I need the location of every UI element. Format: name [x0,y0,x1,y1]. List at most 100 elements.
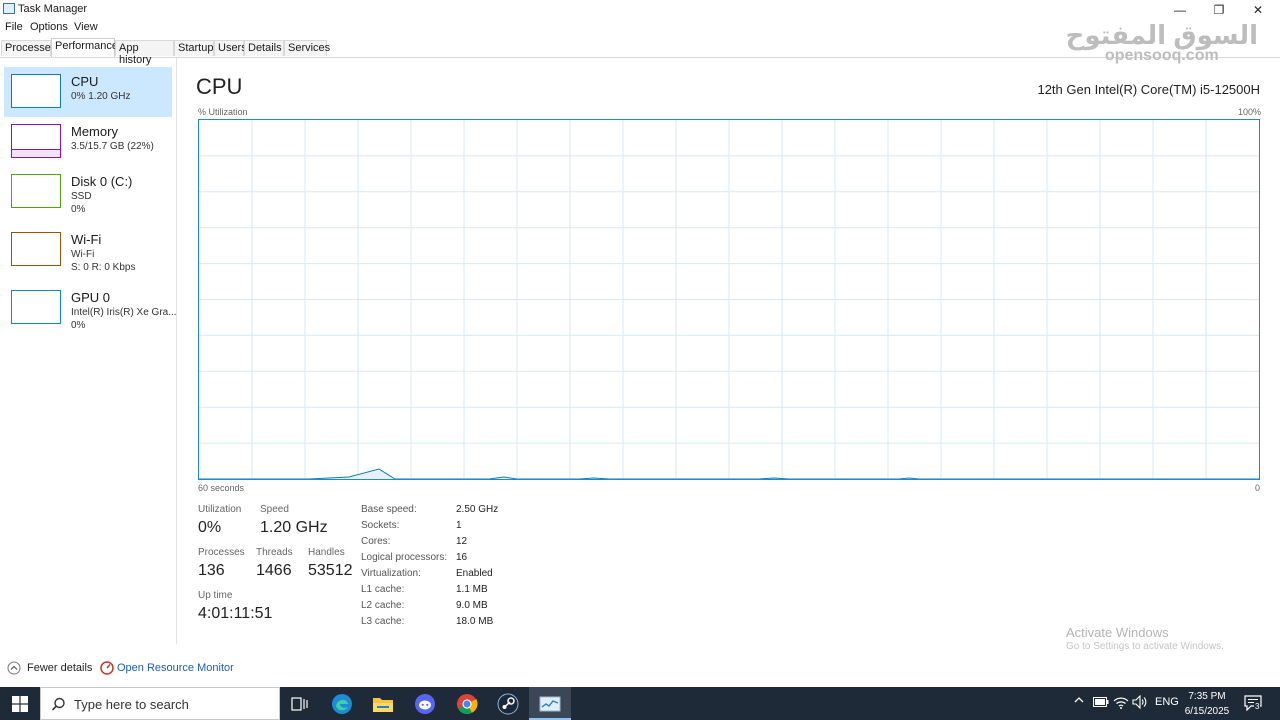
show-hidden-icons-button[interactable] [1073,694,1085,709]
performance-sidebar: CPU 0% 1.20 GHz Memory 3.5/15.7 GB (22%)… [0,58,177,644]
sidebar-item-title: Disk 0 (C:) [71,174,133,189]
sidebar-item-title: CPU [71,74,99,89]
task-manager-taskbar-button[interactable] [529,687,571,720]
info-value: 9.0 MB [456,600,488,611]
info-value: 2.50 GHz [456,504,499,515]
chrome-icon[interactable] [455,692,479,716]
steam-icon[interactable] [496,692,520,716]
utilization-label: Utilization [198,504,242,515]
wifi-thumbnail [11,232,61,266]
fewer-details-label: Fewer details [27,662,93,674]
handles-label: Handles [308,547,345,558]
info-value: 12 [456,536,468,547]
chevron-up-icon [1074,697,1084,703]
clock-date: 6/15/2025 [1184,706,1230,717]
disk-thumbnail [11,174,61,208]
threads-value: 1466 [256,562,292,579]
file-explorer-icon[interactable] [371,692,395,716]
info-value: 18.0 MB [456,616,494,627]
sidebar-item-disk[interactable]: Disk 0 (C:) SSD 0% [4,167,172,217]
memory-thumbnail-fill [12,149,60,157]
minimize-button[interactable]: — [1160,0,1200,20]
handles-value: 53512 [308,562,353,579]
sidebar-item-cpu[interactable]: CPU 0% 1.20 GHz [4,67,172,117]
tab-startup[interactable]: Startup [174,40,214,56]
task-view-icon[interactable] [288,692,312,716]
uptime-label: Up time [198,590,233,601]
sidebar-item-gpu[interactable]: GPU 0 Intel(R) Iris(R) Xe Gra... 0% [4,283,177,333]
tab-services[interactable]: Services [284,40,330,56]
speed-value: 1.20 GHz [260,519,328,536]
task-manager-app-icon [3,3,15,14]
menu-file[interactable]: File [5,21,23,33]
graph-x-left-label: 60 seconds [198,483,245,493]
info-label: L3 cache: [361,616,405,627]
graph-y-max-label: 100% [1238,107,1262,117]
page-title: CPU [196,74,243,99]
graph-x-right-label: 0 [1255,483,1261,493]
info-label: Base speed: [361,504,417,515]
cpu-utilization-graph [198,119,1260,480]
threads-label: Threads [256,547,293,558]
taskbar-search-box[interactable]: Type here to search [40,687,280,720]
resource-monitor-icon [100,661,114,675]
input-language-indicator[interactable]: ENG [1155,696,1179,708]
sidebar-item-sub2: 0% [71,204,86,215]
memory-thumbnail [11,124,61,158]
sidebar-item-sub: Intel(R) Iris(R) Xe Gra... [71,307,177,318]
info-label: Sockets: [361,520,400,531]
info-value: 16 [456,552,468,563]
restore-button[interactable]: ❐ [1199,0,1239,20]
sidebar-item-sub: Wi-Fi [71,249,95,260]
fewer-details-link[interactable]: Fewer details [7,661,92,675]
window-title: Task Manager [18,3,88,15]
taskbar: Type here to search ENG 7:35 PM 6/15/202… [0,687,1280,720]
utilization-value: 0% [198,519,222,536]
sidebar-item-sub2: 0% [71,320,86,331]
tab-app-history[interactable]: App history [115,40,174,66]
notification-count-badge: 3 [1254,702,1261,711]
speed-label: Speed [260,504,289,515]
wifi-icon[interactable] [1113,695,1129,712]
search-placeholder: Type here to search [74,697,189,712]
sidebar-item-title: GPU 0 [71,290,111,305]
watermark-logo: السوق المفتوح opensooq.com [1066,20,1258,65]
graph-canvas [199,120,1259,479]
resource-monitor-label: Open Resource Monitor [117,662,234,674]
battery-icon[interactable] [1093,697,1109,710]
info-value: 1.1 MB [456,584,488,595]
sidebar-item-sub: 0% 1.20 GHz [71,91,131,102]
sidebar-item-title: Memory [71,124,118,139]
volume-icon[interactable] [1132,694,1148,712]
task-manager-icon [538,692,562,716]
processes-value: 136 [198,562,225,579]
edge-icon[interactable] [330,692,354,716]
menu-view[interactable]: View [74,21,98,33]
start-button[interactable] [8,692,32,716]
menu-options[interactable]: Options [30,21,68,33]
discord-icon[interactable] [413,692,437,716]
title-bar: Task Manager — ❐ ✕ [0,0,1280,20]
taskbar-clock[interactable]: 7:35 PM 6/15/2025 [1180,689,1234,719]
sidebar-item-wifi[interactable]: Wi-Fi Wi-Fi S: 0 R: 0 Kbps [4,225,172,275]
cpu-model-name: 12th Gen Intel(R) Core(TM) i5-12500H [1037,82,1260,97]
windows-logo-icon [12,696,28,712]
chevron-up-circle-icon [7,661,21,675]
search-icon [51,697,65,711]
cpu-thumbnail [11,74,61,108]
tab-performance[interactable]: Performance [51,38,118,57]
sidebar-item-memory[interactable]: Memory 3.5/15.7 GB (22%) [4,117,172,167]
info-label: Logical processors: [361,552,448,563]
activate-windows-hint: Go to Settings to activate Windows. [1066,641,1224,652]
tab-details[interactable]: Details [244,40,284,56]
open-resource-monitor-link[interactable]: Open Resource Monitor [100,661,234,675]
notification-center-button[interactable]: 3 [1244,695,1262,713]
close-button[interactable]: ✕ [1238,0,1278,20]
tab-users[interactable]: Users [214,40,247,56]
sidebar-item-sub: 3.5/15.7 GB (22%) [71,141,154,152]
uptime-value: 4:01:11:51 [198,605,273,622]
tab-processes[interactable]: Processes [1,40,56,56]
sidebar-item-sub2: S: 0 R: 0 Kbps [71,262,136,273]
info-value: 1 [456,520,462,531]
clock-time: 7:35 PM [1188,691,1226,702]
